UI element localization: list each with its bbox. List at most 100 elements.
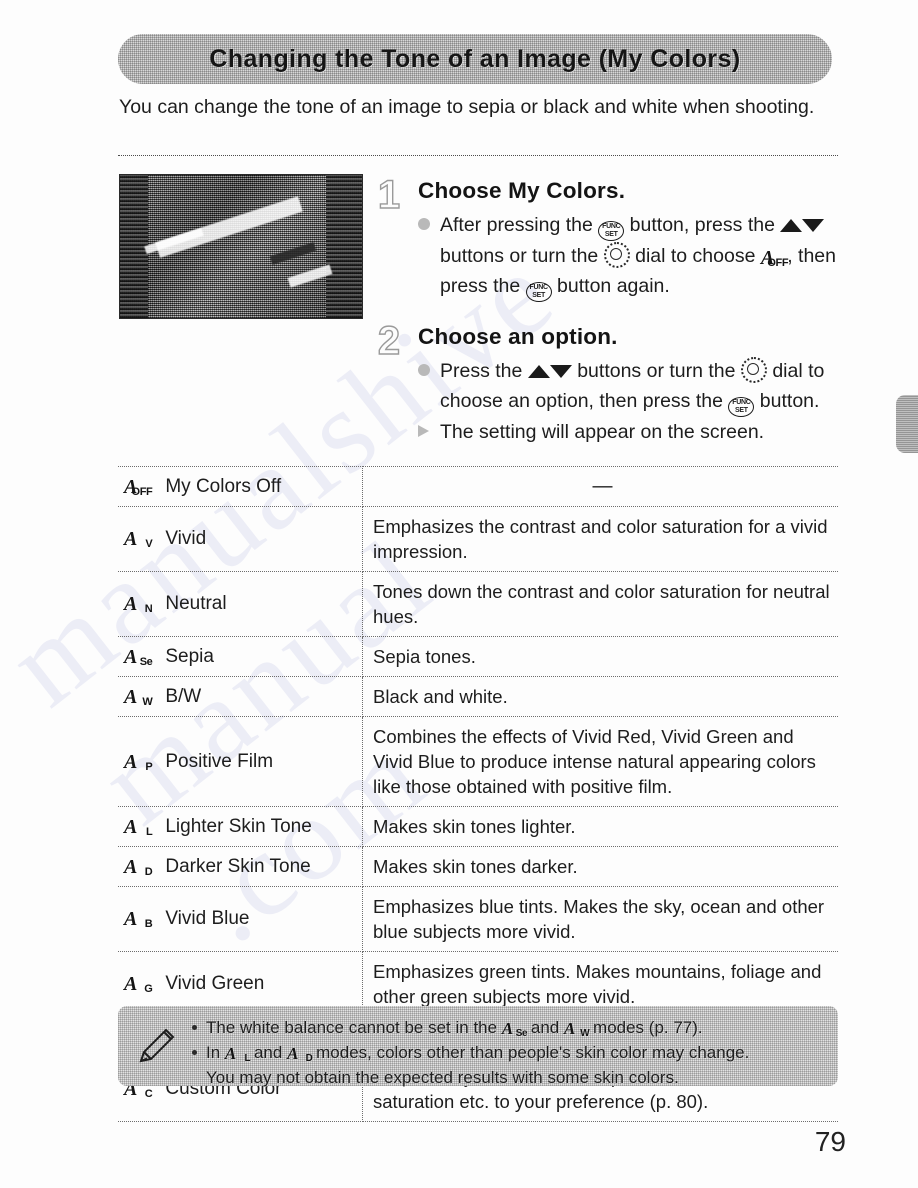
result-marker-icon <box>418 425 429 437</box>
up-button-icon <box>780 219 803 232</box>
table-row: A B Vivid Blue Emphasizes blue tints. Makes… <box>118 886 838 952</box>
my-colors-se-icon: A Se <box>124 647 153 668</box>
note-line: In AL and AD modes, colors other than pe… <box>192 1040 826 1065</box>
my-colors-icon-subscript: W <box>142 695 153 708</box>
section-title-banner: Changing the Tone of an Image (My Colors… <box>118 34 832 84</box>
note-bullet-icon <box>192 1025 197 1030</box>
option-description-cell: — <box>362 466 838 507</box>
my-colors-l-icon: AL <box>225 1044 251 1064</box>
option-name-wrap: A OFF My Colors Off <box>124 476 354 498</box>
table-row: A W B/W Black and white. <box>118 676 838 717</box>
option-name-cell: A D Darker Skin Tone <box>118 846 363 887</box>
instruction-bullet: Press the buttons or turn the dial to ch… <box>418 356 840 417</box>
intro-paragraph: You can change the tone of an image to s… <box>119 96 815 118</box>
pencil-icon <box>139 1028 175 1063</box>
option-description-cell: Emphasizes blue tints. Makes the sky, oc… <box>362 886 838 952</box>
my-colors-w-icon: AW <box>124 687 153 708</box>
note-line: You may not obtain the expected results … <box>206 1068 679 1087</box>
option-description-cell: Makes skin tones darker. <box>362 846 838 887</box>
option-name-cell: A P Positive Film <box>118 716 363 807</box>
my-colors-v-icon: AV <box>124 529 153 550</box>
header-divider <box>118 155 838 156</box>
my-colors-off-icon: A OFF <box>124 477 153 498</box>
lcd-shadow <box>269 242 317 265</box>
option-label: Vivid Blue <box>165 908 250 929</box>
page-number: 79 <box>814 1126 846 1157</box>
option-description-cell: Sepia tones. <box>362 636 838 677</box>
func-set-button-icon: FUNC SET <box>598 221 625 241</box>
step-1-bullets: After pressing the FUNC SET button, press… <box>418 210 840 302</box>
option-label: Vivid <box>165 528 207 549</box>
table-row: A N Neutral Tones down the contrast and col… <box>118 571 838 637</box>
my-colors-se-icon: A Se <box>502 1019 528 1039</box>
my-colors-d-icon: AD <box>124 857 153 878</box>
chapter-edge-tab <box>896 395 918 453</box>
option-label: Sepia <box>165 645 214 667</box>
option-name-cell: A B Vivid Blue <box>118 886 363 952</box>
option-name-wrap: A G Vivid Green <box>124 973 354 995</box>
note-line: The white balance cannot be set in the A… <box>192 1015 826 1040</box>
note-bullet-icon <box>192 1050 197 1055</box>
option-description-cell: Combines the effects of Vivid Red, Vivid… <box>362 716 838 807</box>
step-2: 2 Choose an option. Press the buttons or… <box>368 319 840 447</box>
down-button-icon <box>802 219 825 232</box>
my-colors-g-icon: AG <box>124 974 153 995</box>
option-label: B/W <box>165 685 202 707</box>
option-name-wrap: A B Vivid Blue <box>124 908 354 930</box>
option-name-wrap: A W B/W <box>124 686 354 708</box>
option-label: Vivid Green <box>165 973 265 994</box>
option-label: Lighter Skin Tone <box>165 815 312 837</box>
func-set-button-icon: FUNC SET <box>525 282 552 302</box>
option-name-cell: A L Lighter Skin Tone <box>118 806 363 847</box>
my-colors-icon-subscript: OFF <box>131 485 153 498</box>
option-label: Neutral <box>165 593 227 614</box>
my-colors-icon-subscript: G <box>144 983 153 995</box>
option-description-cell: Emphasizes the contrast and color satura… <box>362 506 838 572</box>
table-row: A P Positive Film Combines the effects of V… <box>118 716 838 807</box>
my-colors-n-icon: AN <box>124 594 153 615</box>
lcd-highlight <box>155 196 303 258</box>
my-colors-icon-subscript: L <box>146 825 153 838</box>
step-1-heading: Choose My Colors. <box>418 178 626 203</box>
my-colors-w-icon: AW <box>564 1019 590 1039</box>
step-1: 1 Choose My Colors. After pressing the F… <box>368 174 840 302</box>
option-name-cell: A W B/W <box>118 676 363 717</box>
instruction-bullet: After pressing the FUNC SET button, press… <box>418 210 840 302</box>
down-button-icon <box>549 365 572 378</box>
my-colors-l-icon: AL <box>124 817 153 838</box>
my-colors-icon-subscript: P <box>145 760 153 773</box>
option-name-wrap: A Se Sepia <box>124 646 354 668</box>
option-description-cell: Tones down the contrast and color satura… <box>362 571 838 637</box>
option-label: Darker Skin Tone <box>165 855 311 877</box>
my-colors-b-icon: AB <box>124 909 153 930</box>
camera-screen-thumbnail <box>119 174 363 319</box>
step-2-heading: Choose an option. <box>418 324 618 349</box>
table-row: A V Vivid Emphasizes the contrast and color… <box>118 506 838 572</box>
page-title: Changing the Tone of an Image (My Colors… <box>209 44 741 73</box>
table-row: A Se Sepia Sepia tones. <box>118 636 838 677</box>
option-description-cell: Black and white. <box>362 676 838 717</box>
option-label: My Colors Off <box>165 475 282 497</box>
my-colors-icon-subscript: Se <box>139 655 153 668</box>
option-name-cell: A OFF My Colors Off <box>118 466 363 507</box>
step-2-bullets: Press the buttons or turn the dial to ch… <box>418 356 840 447</box>
option-name-wrap: A N Neutral <box>124 593 354 615</box>
my-colors-p-icon: AP <box>124 752 153 773</box>
option-name-cell: A Se Sepia <box>118 636 363 677</box>
manual-page: manualshive manual .com Changing the Tone … <box>0 0 918 1188</box>
option-name-cell: A V Vivid <box>118 506 363 572</box>
option-name-wrap: A V Vivid <box>124 528 354 550</box>
my-colors-off-icon: A OFF <box>761 248 789 269</box>
bullet-marker-icon <box>418 218 430 230</box>
control-dial-icon <box>603 242 630 268</box>
option-name-wrap: A D Darker Skin Tone <box>124 856 354 878</box>
my-colors-d-icon: AD <box>287 1044 313 1064</box>
up-button-icon <box>527 365 550 378</box>
step-2-number: 2 <box>377 319 401 363</box>
my-colors-icon-subscript: C <box>144 1088 153 1100</box>
option-label: Positive Film <box>165 750 274 772</box>
instruction-bullet: The setting will appear on the screen. <box>418 417 840 447</box>
bullet-marker-icon <box>418 364 430 376</box>
func-set-button-icon: FUNC SET <box>728 397 755 417</box>
my-colors-icon-subscript: V <box>145 538 153 550</box>
